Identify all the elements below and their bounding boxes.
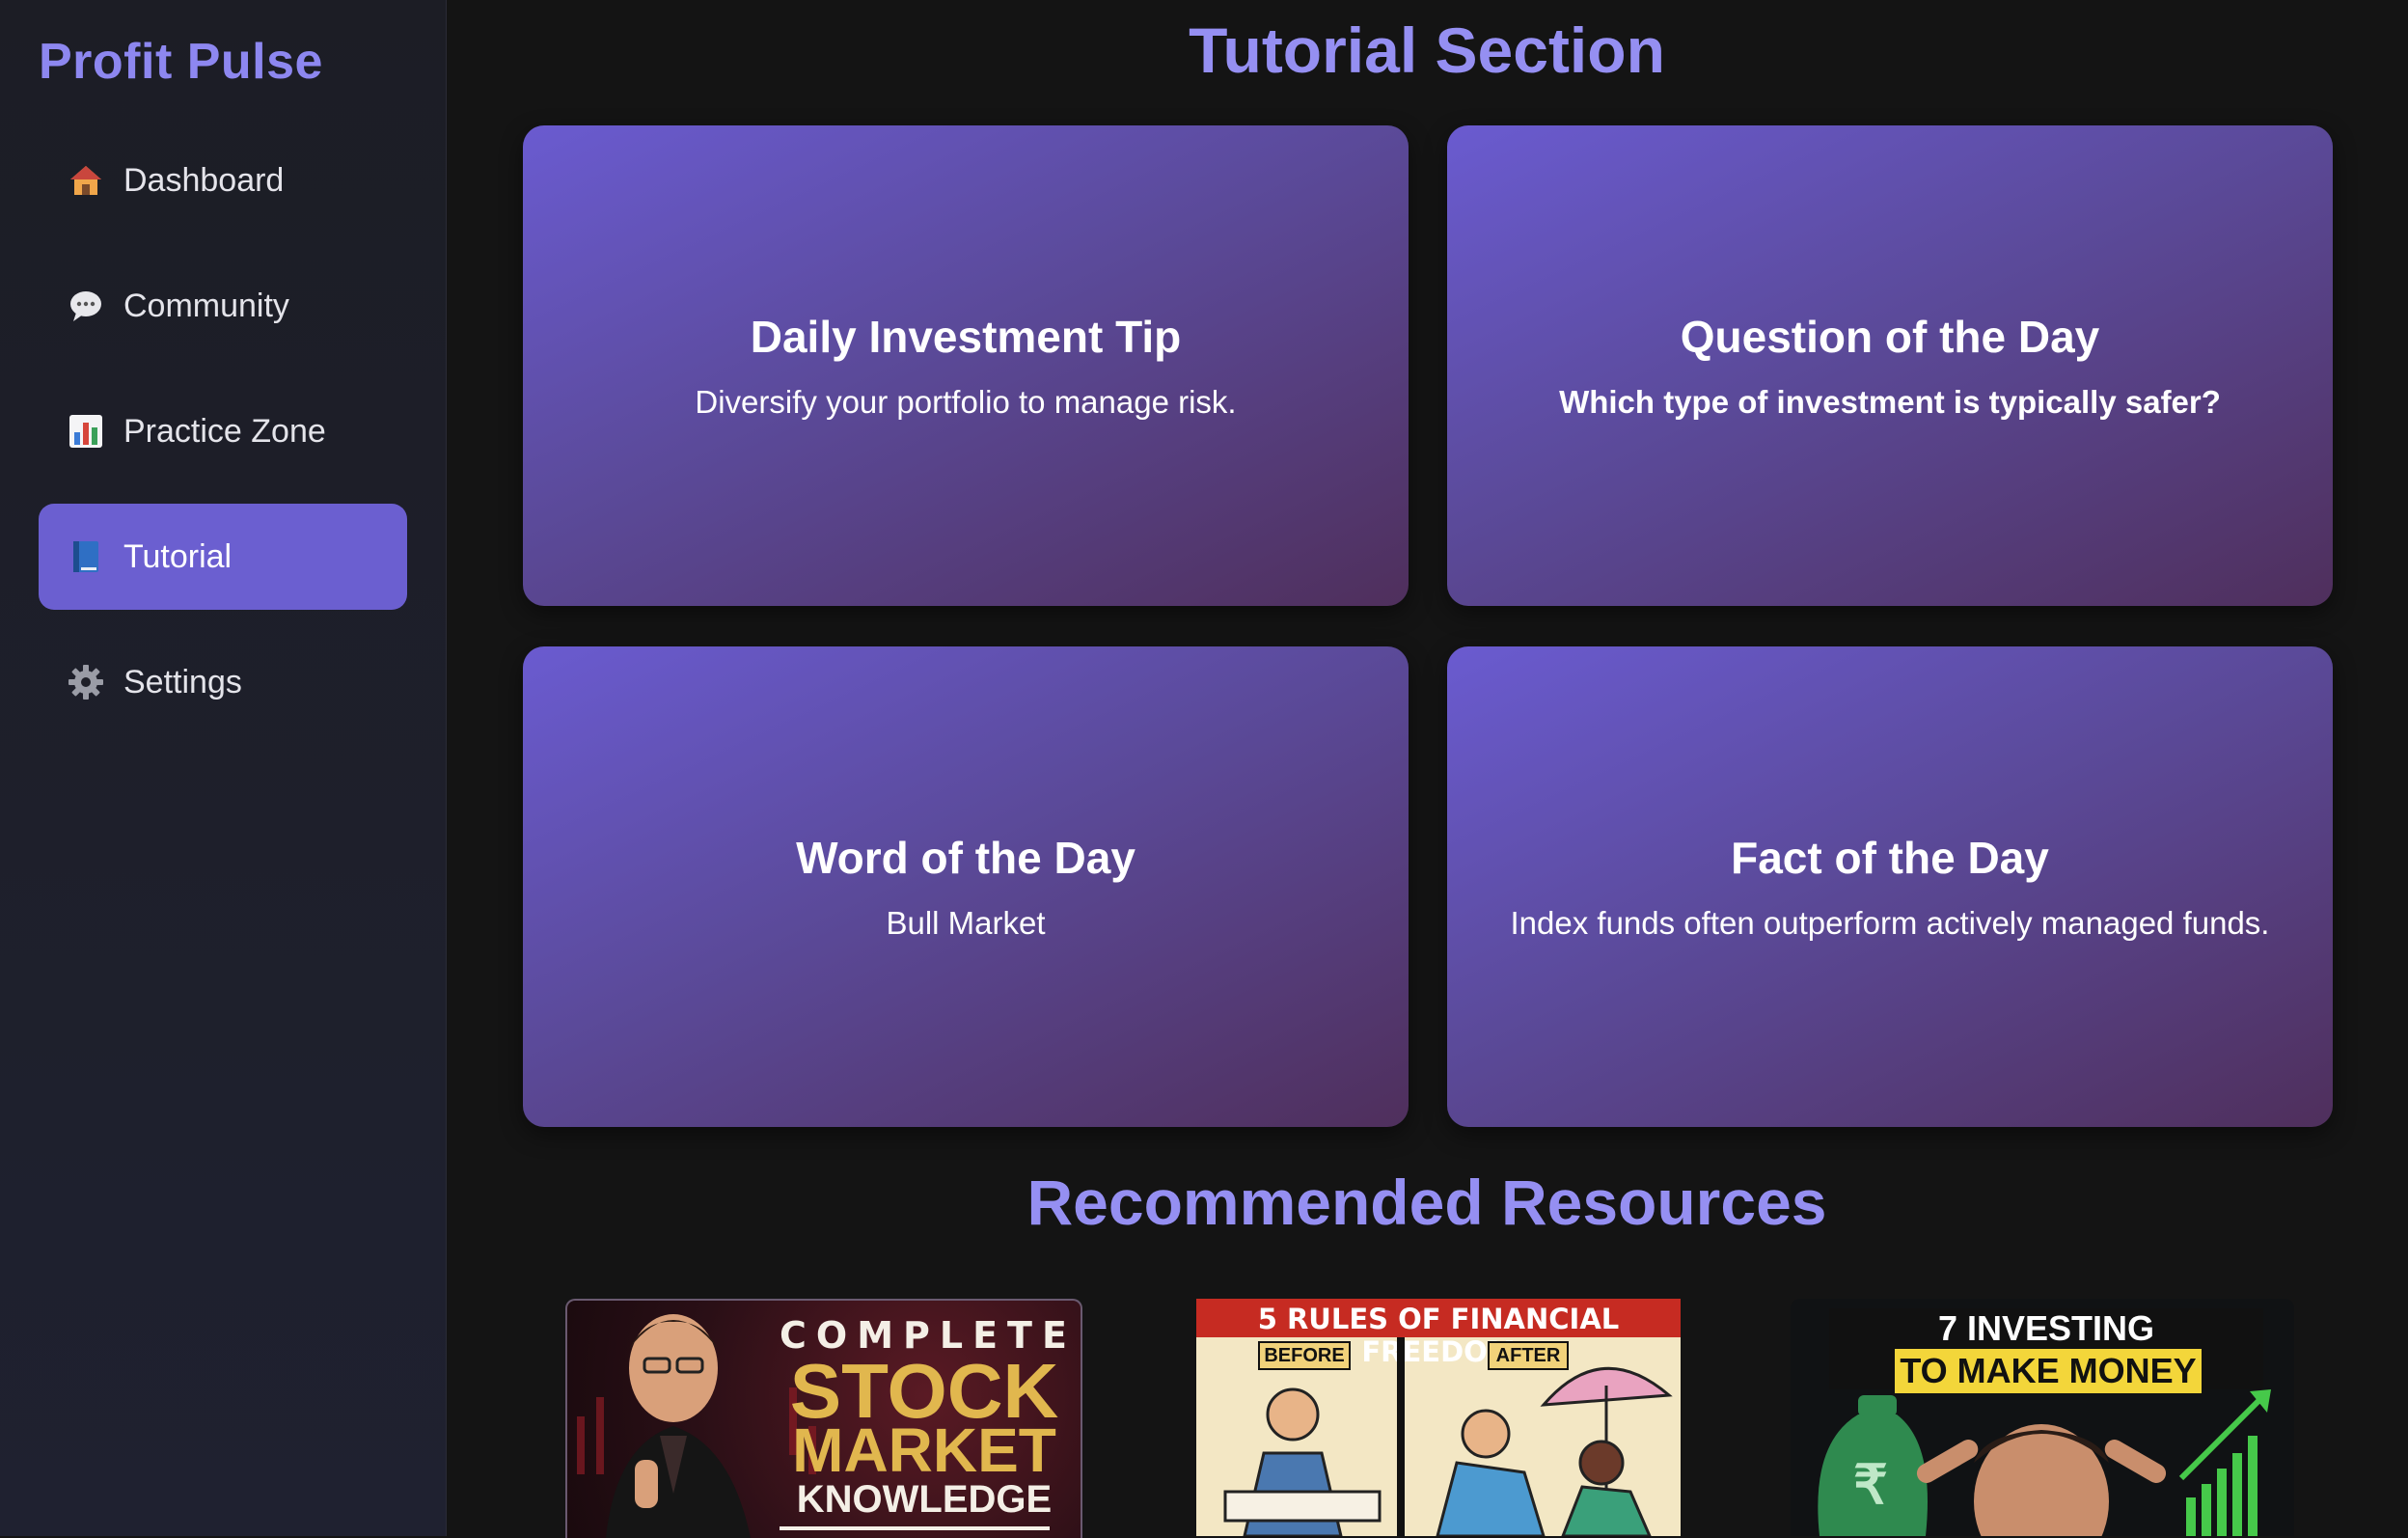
sidebar-item-practice-zone[interactable]: Practice Zone xyxy=(39,378,407,484)
book-icon xyxy=(68,538,104,575)
brand-logo[interactable]: Profit Pulse xyxy=(39,33,323,91)
page-title: Tutorial Section xyxy=(1189,14,1665,86)
word-of-day-card[interactable]: Word of the Day Bull Market xyxy=(523,646,1409,1127)
rupee-icon: ₹ xyxy=(1853,1454,1888,1515)
thumbnail-text: MARKET xyxy=(792,1415,1056,1485)
resources-title: Recommended Resources xyxy=(1026,1167,1827,1238)
daily-tip-card[interactable]: Daily Investment Tip Diversify your port… xyxy=(523,125,1409,606)
bar-chart-icon xyxy=(68,413,104,450)
card-text: Bull Market xyxy=(886,905,1046,941)
card-text: Index funds often outperform actively ma… xyxy=(1510,905,2270,941)
card-title: Question of the Day xyxy=(1680,312,2100,362)
sidebar-item-label: Community xyxy=(123,287,289,324)
card-title: Fact of the Day xyxy=(1731,833,2049,883)
fact-of-day-card[interactable]: Fact of the Day Index funds often outper… xyxy=(1447,646,2333,1127)
gear-icon xyxy=(68,664,104,700)
house-icon xyxy=(68,162,104,199)
sidebar-nav: Dashboard Community Practice Zone Tutori… xyxy=(39,127,407,755)
sidebar-item-label: Dashboard xyxy=(123,161,285,199)
underline-divider xyxy=(780,1526,1050,1530)
sidebar-item-label: Tutorial xyxy=(123,537,233,575)
speech-bubble-icon xyxy=(68,288,104,324)
card-title: Daily Investment Tip xyxy=(750,312,1182,362)
sidebar-item-tutorial[interactable]: Tutorial xyxy=(39,504,407,610)
resource-thumbnail-stock-market[interactable]: COMPLETE STOCK MARKET KNOWLEDGE xyxy=(565,1299,1082,1538)
resource-thumbnail-financial-freedom[interactable]: 5 RULES OF FINANCIAL FREEDOM BEFORE AFTE… xyxy=(1196,1299,1681,1536)
sidebar-item-label: Practice Zone xyxy=(123,412,326,450)
comic-illustration xyxy=(1223,1366,1673,1536)
sidebar: Profit Pulse Dashboard Community Practic… xyxy=(0,0,447,1536)
sidebar-item-dashboard[interactable]: Dashboard xyxy=(39,127,407,233)
thumbnail-text: KNOWLEDGE xyxy=(796,1478,1053,1521)
sidebar-item-label: Settings xyxy=(123,663,242,700)
card-text: Diversify your portfolio to manage risk. xyxy=(695,384,1237,420)
sidebar-item-community[interactable]: Community xyxy=(39,253,407,359)
card-text: Which type of investment is typically sa… xyxy=(1559,384,2221,420)
card-title: Word of the Day xyxy=(796,833,1136,883)
question-of-day-card[interactable]: Question of the Day Which type of invest… xyxy=(1447,125,2333,606)
resource-thumbnail-investing-strategies[interactable]: 7 INVESTING STRATEGIES TO MAKE MONEY ₹ xyxy=(1791,1299,2294,1536)
sidebar-item-settings[interactable]: Settings xyxy=(39,629,407,735)
